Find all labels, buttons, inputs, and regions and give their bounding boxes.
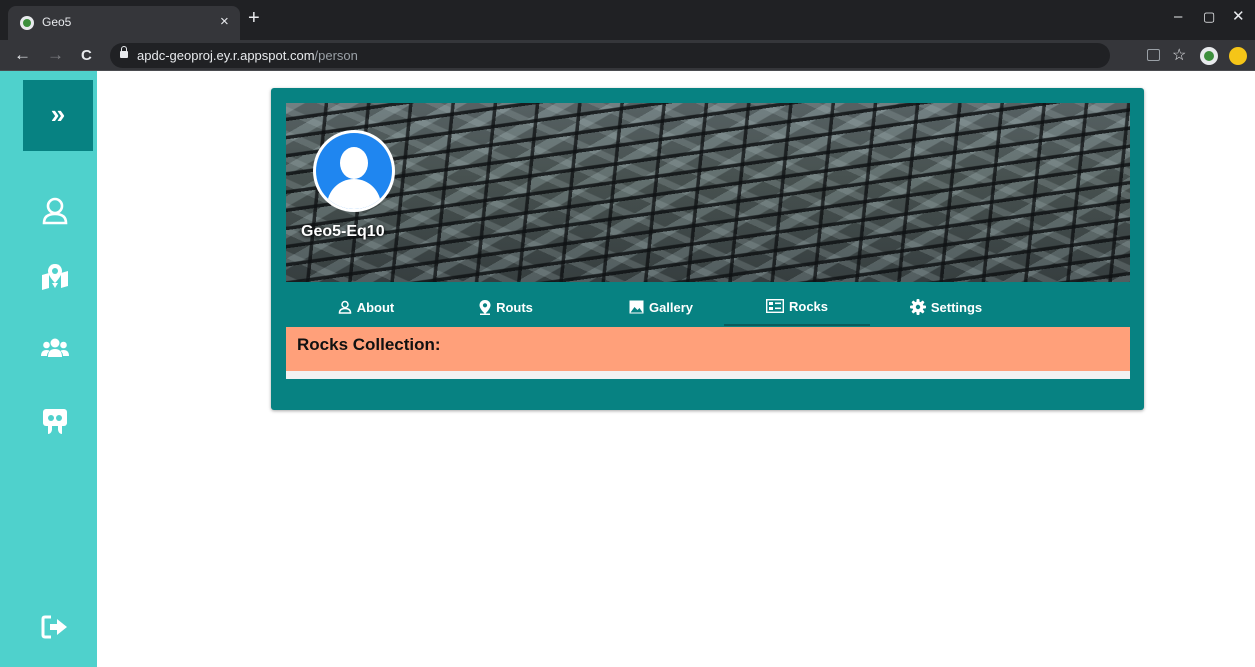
tab-about-label: About	[356, 299, 395, 315]
tab-about[interactable]: About	[326, 288, 406, 326]
tab-rocks-label: Rocks	[788, 298, 829, 314]
sign-out-icon[interactable]	[40, 612, 70, 642]
restore-button[interactable]: ▢	[1203, 8, 1215, 26]
extension-icon[interactable]	[1200, 47, 1218, 65]
map-marker-icon	[479, 299, 491, 315]
browser-tab[interactable]: Geo5 ×	[8, 6, 240, 40]
reload-button[interactable]: C	[81, 46, 92, 66]
rocks-collection-header: Rocks Collection:	[286, 327, 1130, 371]
tab-close-icon[interactable]: ×	[220, 14, 229, 30]
sidebar-expand-button[interactable]: »	[23, 80, 93, 151]
tab-rocks[interactable]: Rocks	[724, 288, 870, 326]
tab-gallery[interactable]: Gallery	[616, 288, 706, 326]
new-tab-button[interactable]: +	[248, 8, 260, 28]
section-title: Rocks Collection:	[297, 335, 441, 354]
tab-title: Geo5	[42, 15, 72, 29]
bookmark-star-icon[interactable]: ☆	[1172, 46, 1186, 66]
list-card-icon	[765, 299, 784, 313]
back-button[interactable]: ←	[14, 45, 31, 65]
profile-username: Geo5-Eq10	[301, 223, 385, 240]
tab-settings-label: Settings	[930, 299, 983, 315]
tab-settings[interactable]: Settings	[896, 288, 996, 326]
map-marker-icon[interactable]	[40, 261, 70, 291]
tab-routs-label: Routs	[496, 299, 533, 315]
slideshare-icon[interactable]	[40, 406, 70, 436]
profile-card: Geo5-Eq10 About Routs Gallery Rocks Sett…	[271, 88, 1144, 410]
profile-avatar-icon[interactable]	[1229, 47, 1247, 65]
address-bar[interactable]: apdc-geoproj.ey.r.appspot.com/person	[110, 43, 1110, 68]
users-icon[interactable]	[40, 333, 70, 363]
avatar[interactable]	[313, 130, 395, 212]
close-window-button[interactable]: ✕	[1232, 8, 1245, 26]
url-text: apdc-geoproj.ey.r.appspot.com/person	[137, 48, 358, 63]
tab-gallery-label: Gallery	[648, 299, 694, 315]
tab-routs[interactable]: Routs	[466, 288, 546, 326]
minimize-button[interactable]: –	[1174, 8, 1182, 26]
cover-image: Geo5-Eq10	[286, 103, 1130, 282]
image-icon	[629, 300, 644, 314]
site-favicon-icon	[20, 16, 34, 30]
browser-toolbar: ← → C apdc-geoproj.ey.r.appspot.com/pers…	[0, 40, 1255, 71]
browser-tab-bar: Geo5 × + – ▢ ✕	[0, 0, 1255, 40]
user-icon[interactable]	[40, 196, 70, 226]
rocks-collection-body	[286, 371, 1130, 379]
translate-icon[interactable]	[1147, 49, 1160, 61]
user-icon	[338, 300, 351, 314]
lock-icon	[120, 46, 128, 58]
default-user-avatar-icon	[316, 133, 392, 209]
cog-icon	[909, 299, 926, 315]
sidebar: »	[0, 71, 97, 667]
profile-tabs: About Routs Gallery Rocks Settings	[286, 288, 1130, 326]
forward-button[interactable]: →	[47, 45, 64, 65]
